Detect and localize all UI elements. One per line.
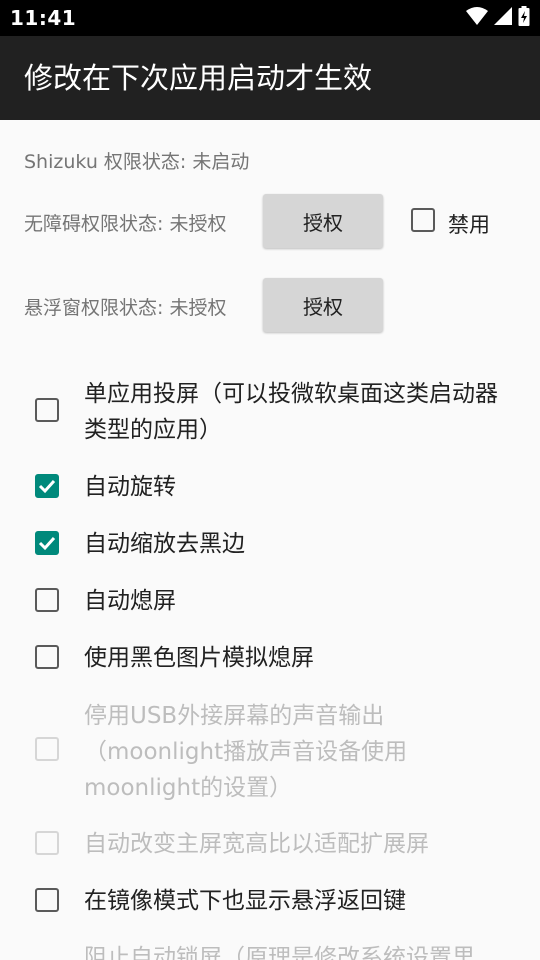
app-bar: 修改在下次应用启动才生效 — [0, 36, 540, 120]
disable-label: 禁用 — [448, 213, 490, 237]
disable-usb-audio-label: 停用USB外接屏幕的声音输出（moonlight播放声音设备使用moonligh… — [84, 703, 408, 801]
status-time: 11:41 — [10, 6, 77, 30]
auto-scale-label: 自动缩放去黑边 — [84, 531, 245, 557]
auto-aspect-checkbox[interactable] — [35, 831, 59, 855]
auto-screen-off-label: 自动熄屏 — [84, 588, 176, 614]
shizuku-status: Shizuku 权限状态: 未启动 — [24, 151, 250, 173]
check-icon — [38, 536, 56, 551]
check-icon — [38, 479, 56, 494]
accessibility-status: 无障碍权限状态: 未授权 — [24, 213, 227, 235]
settings-content[interactable]: Shizuku 权限状态: 未启动 无障碍权限状态: 未授权 授权 禁用 悬浮窗… — [0, 120, 540, 960]
overlay-grant-button[interactable]: 授权 — [263, 278, 383, 332]
status-icons — [466, 6, 530, 30]
single-app-cast-label: 单应用投屏（可以投微软桌面这类启动器类型的应用） — [84, 381, 498, 443]
disable-usb-audio-checkbox[interactable] — [35, 737, 59, 761]
auto-scale-checkbox[interactable] — [35, 531, 59, 555]
signal-icon — [494, 7, 512, 29]
auto-screen-off-checkbox[interactable] — [35, 588, 59, 612]
auto-rotate-label: 自动旋转 — [84, 474, 176, 500]
single-app-cast-checkbox[interactable] — [35, 398, 59, 422]
mirror-back-key-checkbox[interactable] — [35, 888, 59, 912]
disable-checkbox[interactable] — [411, 208, 435, 232]
page-title: 修改在下次应用启动才生效 — [24, 61, 373, 95]
wifi-icon — [466, 7, 488, 29]
black-image-label: 使用黑色图片模拟熄屏 — [84, 645, 314, 671]
mirror-back-key-label: 在镜像模式下也显示悬浮返回键 — [84, 888, 406, 914]
auto-aspect-label: 自动改变主屏宽高比以适配扩展屏 — [84, 831, 429, 857]
accessibility-grant-button[interactable]: 授权 — [263, 194, 383, 248]
black-image-checkbox[interactable] — [35, 645, 59, 669]
overlay-status: 悬浮窗权限状态: 未授权 — [24, 297, 227, 319]
battery-icon — [518, 6, 530, 30]
status-bar: 11:41 — [0, 0, 540, 36]
prevent-lock-label: 阻止自动锁屏（原理是修改系统设置里 — [84, 945, 475, 960]
auto-rotate-checkbox[interactable] — [35, 474, 59, 498]
